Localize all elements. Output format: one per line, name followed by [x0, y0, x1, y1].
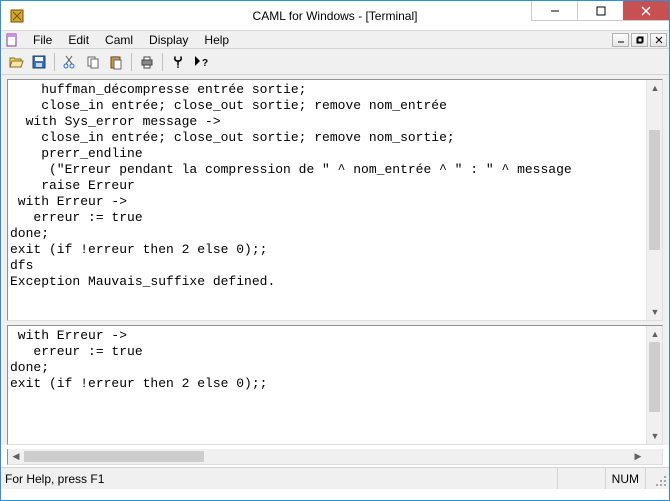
menu-edit[interactable]: Edit [60, 31, 97, 49]
editor-area: huffman_décompresse entrée sortie; close… [1, 75, 669, 445]
resize-grip-icon[interactable] [651, 468, 669, 489]
scroll-thumb[interactable] [24, 451, 204, 462]
status-cell-1 [557, 468, 605, 489]
menu-display[interactable]: Display [141, 31, 196, 49]
output-text[interactable]: huffman_décompresse entrée sortie; close… [8, 80, 646, 320]
context-help-button[interactable]: ? [190, 51, 212, 73]
status-help-text: For Help, press F1 [5, 472, 104, 486]
window-titlebar: CAML for Windows - [Terminal] [1, 1, 669, 31]
output-pane: huffman_décompresse entrée sortie; close… [7, 79, 663, 321]
scroll-up-icon[interactable]: ▲ [647, 80, 663, 96]
toolbar: ? [1, 49, 669, 75]
input-vscrollbar[interactable]: ▲ ▼ [646, 326, 662, 444]
statusbar: For Help, press F1 NUM [1, 467, 669, 489]
mdi-restore-button[interactable] [631, 33, 648, 47]
print-button[interactable] [136, 51, 158, 73]
minimize-button[interactable] [531, 1, 577, 21]
scroll-down-icon[interactable]: ▼ [647, 304, 663, 320]
document-icon [5, 33, 19, 47]
scroll-corner [646, 449, 662, 464]
open-button[interactable] [5, 51, 27, 73]
output-vscrollbar[interactable]: ▲ ▼ [646, 80, 662, 320]
scroll-left-icon[interactable]: ◀ [8, 449, 24, 464]
mdi-menubar: File Edit Caml Display Help [1, 31, 669, 49]
menu-caml[interactable]: Caml [97, 31, 141, 49]
about-button[interactable] [167, 51, 189, 73]
menu-help[interactable]: Help [196, 31, 237, 49]
app-icon [9, 8, 25, 24]
input-hscrollbar[interactable]: ◀ ▶ [7, 449, 663, 465]
copy-button[interactable] [82, 51, 104, 73]
maximize-button[interactable] [577, 1, 623, 21]
status-numlock: NUM [605, 468, 645, 489]
input-pane: with Erreur -> erreur := true done; exit… [7, 325, 663, 445]
input-text[interactable]: with Erreur -> erreur := true done; exit… [8, 326, 646, 444]
paste-button[interactable] [105, 51, 127, 73]
scroll-down-icon[interactable]: ▼ [647, 428, 663, 444]
scroll-right-icon[interactable]: ▶ [630, 449, 646, 464]
cut-button[interactable] [59, 51, 81, 73]
close-button[interactable] [623, 1, 669, 21]
scroll-up-icon[interactable]: ▲ [647, 326, 663, 342]
scroll-thumb[interactable] [649, 342, 660, 412]
scroll-thumb[interactable] [649, 130, 660, 250]
svg-text:?: ? [202, 58, 208, 69]
menu-file[interactable]: File [25, 31, 60, 49]
mdi-close-button[interactable] [650, 33, 667, 47]
mdi-minimize-button[interactable] [612, 33, 629, 47]
save-button[interactable] [28, 51, 50, 73]
